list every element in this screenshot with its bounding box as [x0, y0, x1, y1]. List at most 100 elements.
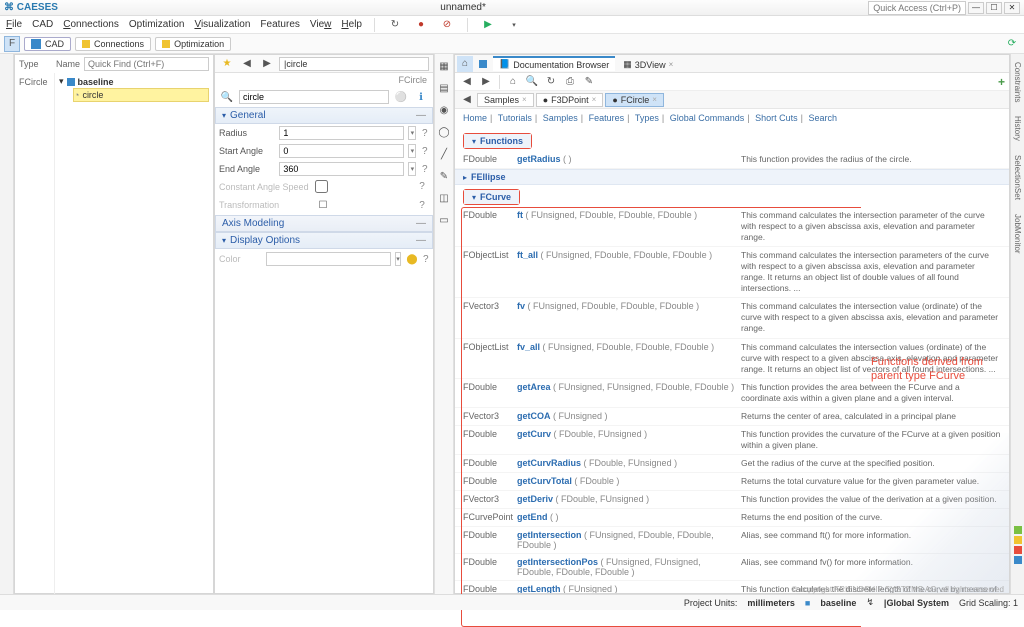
eraser-icon[interactable]: ◫	[436, 190, 452, 206]
menu-help[interactable]: Help	[341, 19, 362, 30]
tab-optimization[interactable]: Optimization	[155, 37, 231, 51]
maximize-button[interactable]: ☐	[986, 2, 1002, 14]
run-dropdown-icon[interactable]: ▾	[506, 17, 522, 33]
lock-icon[interactable]: ⚪	[393, 89, 409, 105]
link-samples[interactable]: Samples	[543, 113, 578, 123]
folder-icon[interactable]	[475, 56, 491, 72]
crumb-home-icon[interactable]: ◀	[459, 92, 475, 108]
menu-features[interactable]: Features	[260, 19, 299, 30]
chk-cas[interactable]	[315, 180, 328, 193]
input-end[interactable]	[279, 162, 404, 176]
side-selectionset[interactable]: SelectionSet	[1013, 151, 1022, 204]
side-history[interactable]: History	[1013, 112, 1022, 145]
chart-icon[interactable]: ▤	[436, 80, 452, 96]
link-types[interactable]: Types	[635, 113, 659, 123]
func-row[interactable]: FVector3fv ( FUnsigned, FDouble, FDouble…	[455, 298, 1009, 338]
func-row[interactable]: FCurvePointgetEnd ( )Returns the end pos…	[455, 509, 1009, 527]
clear-icon[interactable]: ⊘	[439, 17, 455, 33]
refresh-icon[interactable]: ↻	[387, 17, 403, 33]
func-row[interactable]: FDoublegetCurv ( FDouble, FUnsigned )Thi…	[455, 426, 1009, 455]
input-start[interactable]	[279, 144, 404, 158]
help-end[interactable]: ?	[420, 164, 429, 175]
circle-tool-icon[interactable]: ◯	[436, 124, 452, 140]
crumb-fcircle[interactable]: ● FCircle ×	[605, 93, 664, 107]
status-units-value[interactable]: millimeters	[747, 598, 795, 608]
tab-connections[interactable]: Connections	[75, 37, 151, 51]
help-trans[interactable]: ?	[415, 200, 429, 211]
input-color[interactable]	[266, 252, 391, 266]
link-home[interactable]: Home	[463, 113, 487, 123]
link-features[interactable]: Features	[589, 113, 625, 123]
fwd-icon[interactable]: ▶	[259, 56, 275, 72]
section-axis[interactable]: Axis Modeling—	[215, 215, 433, 232]
func-row[interactable]: FVector3getCOA ( FUnsigned )Returns the …	[455, 408, 1009, 426]
pencil-icon[interactable]: ✎	[436, 168, 452, 184]
tree-item-circle[interactable]: ◔ circle	[73, 88, 209, 102]
spin-start[interactable]: ▾	[408, 144, 416, 158]
func-row[interactable]: FDoublegetCurvTotal ( FDouble )Returns t…	[455, 473, 1009, 491]
nav-home-icon[interactable]: ⌂	[505, 74, 521, 90]
tab-3dview[interactable]: ▦ 3DView ×	[617, 56, 679, 71]
sheet-icon[interactable]: ▭	[436, 212, 452, 228]
search-icon[interactable]: 🔍	[219, 89, 235, 105]
tab-doc-browser[interactable]: 📘 Documentation Browser	[493, 56, 615, 71]
group-fellipse[interactable]: ▸FEllipse	[455, 169, 1009, 185]
add-icon[interactable]: +	[998, 75, 1005, 89]
menu-visualization[interactable]: Visualization	[194, 19, 250, 30]
crumb-samples[interactable]: Samples ×	[477, 93, 534, 107]
status-baseline[interactable]: baseline	[820, 598, 856, 608]
input-radius[interactable]	[279, 126, 404, 140]
help-radius[interactable]: ?	[420, 128, 429, 139]
link-globalcmd[interactable]: Global Commands	[670, 113, 745, 123]
minimize-button[interactable]: —	[968, 2, 984, 14]
spin-color[interactable]: ▾	[395, 252, 402, 266]
crumb-f3dpoint[interactable]: ● F3DPoint ×	[536, 93, 604, 107]
help-cas[interactable]: ?	[415, 181, 429, 192]
help-color[interactable]: ?	[423, 254, 430, 265]
nav-search-icon[interactable]: 🔍	[524, 74, 540, 90]
filter-icon[interactable]: F	[4, 36, 20, 52]
home-icon[interactable]: ⌂	[457, 56, 473, 72]
status-global[interactable]: |Global System	[884, 598, 949, 608]
sphere-icon[interactable]: ◉	[436, 102, 452, 118]
section-display[interactable]: ▾Display Options—	[215, 232, 433, 249]
tree-root[interactable]: ▾ baseline	[59, 75, 209, 88]
side-jobmonitor[interactable]: JobMonitor	[1013, 210, 1022, 258]
object-name-input[interactable]	[239, 90, 389, 104]
star-icon[interactable]: ★	[219, 56, 235, 72]
nav-edit-icon[interactable]: ✎	[581, 74, 597, 90]
func-row[interactable]: FVector3getDeriv ( FDouble, FUnsigned )T…	[455, 491, 1009, 509]
spin-end[interactable]: ▾	[408, 162, 416, 176]
stop-icon[interactable]: ●	[413, 17, 429, 33]
nav-refresh-icon[interactable]: ↻	[543, 74, 559, 90]
func-row[interactable]: FObjectListft_all ( FUnsigned, FDouble, …	[455, 247, 1009, 298]
cube-icon[interactable]: ▦	[436, 58, 452, 74]
func-row[interactable]: FDoubleft ( FUnsigned, FDouble, FDouble,…	[455, 207, 1009, 247]
link-shortcuts[interactable]: Short Cuts	[755, 113, 798, 123]
func-row[interactable]: FDoublegetIntersectionPos ( FUnsigned, F…	[455, 554, 1009, 581]
nav-back-icon[interactable]: ◀	[459, 74, 475, 90]
menu-cad[interactable]: CAD	[32, 19, 53, 30]
line-tool-icon[interactable]: ╱	[436, 146, 452, 162]
side-constraints[interactable]: Constraints	[1013, 58, 1022, 106]
close-button[interactable]: ✕	[1004, 2, 1020, 14]
link-tutorials[interactable]: Tutorials	[498, 113, 532, 123]
quick-access[interactable]: Quick Access (Ctrl+P)	[868, 1, 966, 15]
menu-view[interactable]: View	[310, 19, 332, 30]
back-icon[interactable]: ◀	[239, 56, 255, 72]
tab-cad[interactable]: CAD	[24, 37, 71, 51]
help-start[interactable]: ?	[420, 146, 429, 157]
func-row[interactable]: FDoublegetCurvRadius ( FDouble, FUnsigne…	[455, 455, 1009, 473]
info-icon[interactable]: ℹ	[413, 89, 429, 105]
section-general[interactable]: ▾General—	[215, 107, 433, 124]
nav-fwd-icon[interactable]: ▶	[478, 74, 494, 90]
color-swatch[interactable]: ⬤	[405, 251, 418, 267]
run-icon[interactable]: ▶	[480, 17, 496, 33]
spin-radius[interactable]: ▾	[408, 126, 416, 140]
menu-optimization[interactable]: Optimization	[129, 19, 185, 30]
func-row[interactable]: FDouble getRadius ( ) This function prov…	[455, 151, 1009, 169]
func-row[interactable]: FDoublegetIntersection ( FUnsigned, FDou…	[455, 527, 1009, 554]
nav-print-icon[interactable]: ⎙	[562, 74, 578, 90]
menu-connections[interactable]: Connections	[63, 19, 119, 30]
menu-file[interactable]: File	[6, 19, 22, 30]
